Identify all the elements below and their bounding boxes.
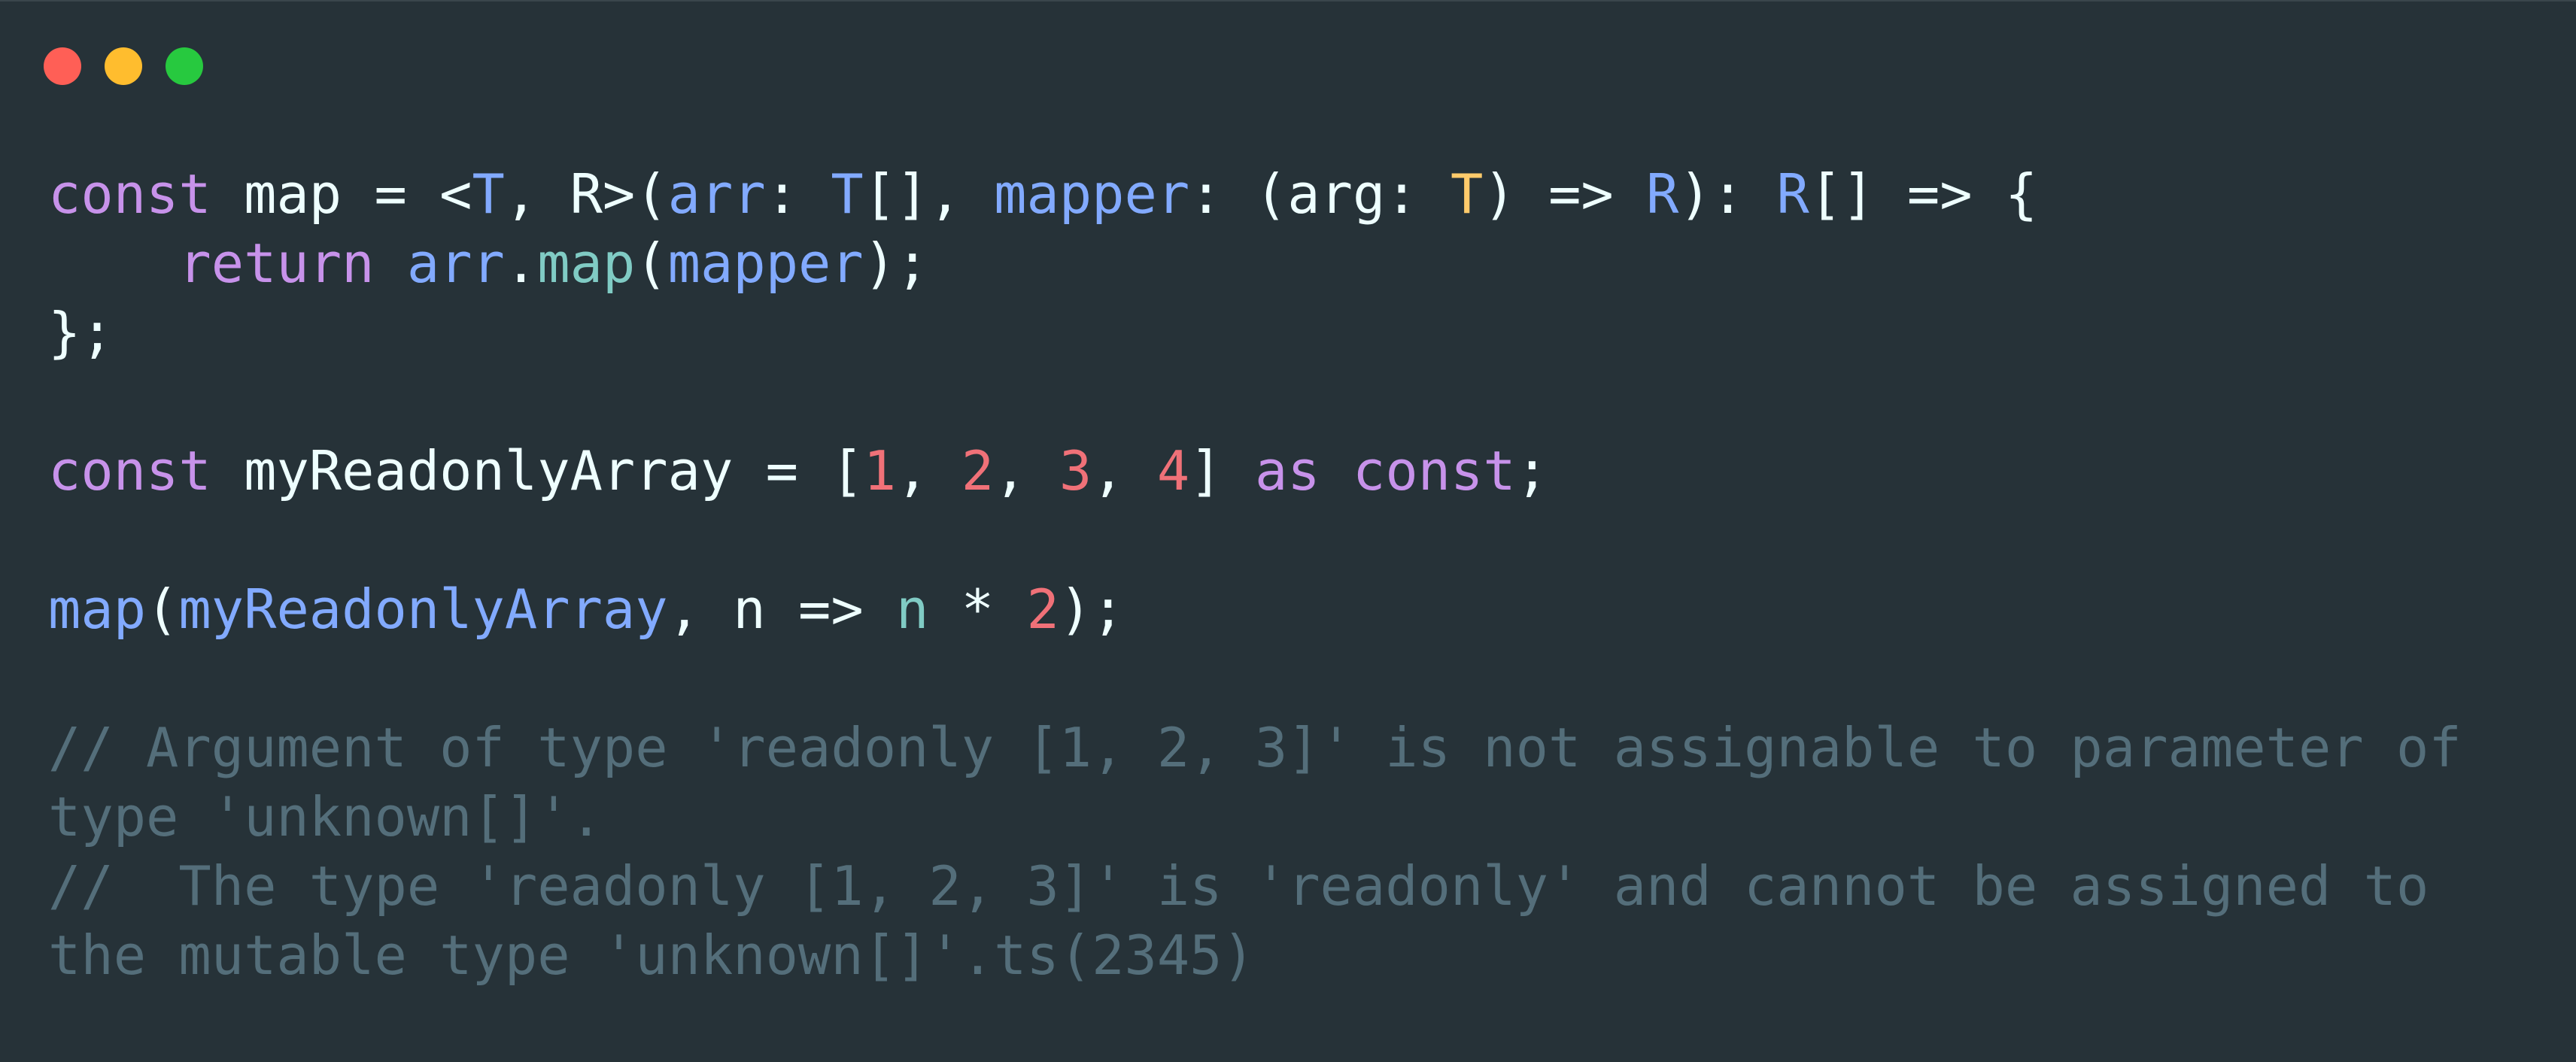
code-line: // Argument of type 'readonly [1, 2, 3]'… xyxy=(48,713,2462,782)
code-token: ); xyxy=(863,232,929,295)
maximize-window-button[interactable] xyxy=(166,47,203,85)
code-line: }; xyxy=(48,298,2462,367)
code-comment: // The type 'readonly [1, 2, 3]' is 'rea… xyxy=(48,854,2429,918)
code-token: T xyxy=(472,162,505,226)
code-token: , xyxy=(1092,439,1157,502)
code-line: the mutable type 'unknown[]'.ts(2345) xyxy=(48,921,2462,990)
code-window: const map = <T, R>(arr: T[], mapper: (ar… xyxy=(0,0,2576,1062)
code-block[interactable]: const map = <T, R>(arr: T[], mapper: (ar… xyxy=(48,159,2462,990)
code-token: 1 xyxy=(863,439,897,502)
code-token: ] xyxy=(1189,439,1255,502)
code-token: map xyxy=(48,578,147,641)
code-token: ): xyxy=(1678,162,1777,226)
code-token: . xyxy=(504,232,538,295)
code-token: const xyxy=(48,439,211,502)
code-token: myReadonlyArray = [ xyxy=(211,439,864,502)
code-line: const map = <T, R>(arr: T[], mapper: (ar… xyxy=(48,159,2462,229)
code-token: , xyxy=(896,439,961,502)
code-token: mapper xyxy=(667,232,864,295)
code-line: // The type 'readonly [1, 2, 3]' is 'rea… xyxy=(48,851,2462,921)
code-line: const myReadonlyArray = [1, 2, 3, 4] as … xyxy=(48,436,2462,505)
code-token: ; xyxy=(1515,439,1549,502)
code-token: ); xyxy=(1059,578,1125,641)
code-token: 2 xyxy=(961,439,995,502)
code-token: , n => xyxy=(667,578,897,641)
code-token: T xyxy=(831,162,864,226)
code-token: : xyxy=(765,162,831,226)
code-token: [] => { xyxy=(1809,162,2038,226)
code-token: 2 xyxy=(1026,578,1059,641)
code-token: 4 xyxy=(1156,439,1190,502)
code-token: ) => xyxy=(1483,162,1647,226)
code-comment: // Argument of type 'readonly [1, 2, 3]'… xyxy=(48,716,2462,779)
code-token: myReadonlyArray xyxy=(178,578,668,641)
code-token: : (arg: xyxy=(1189,162,1451,226)
code-token: arr xyxy=(667,162,766,226)
code-token: mapper xyxy=(994,162,1190,226)
window-controls xyxy=(44,47,203,85)
close-window-button[interactable] xyxy=(44,47,81,85)
code-token: [], xyxy=(863,162,995,226)
code-token: n xyxy=(896,578,929,641)
code-token: ( xyxy=(635,232,668,295)
code-token: map = < xyxy=(211,162,472,226)
code-line: return arr.map(mapper); xyxy=(48,229,2462,298)
code-token: T xyxy=(1451,162,1484,226)
code-token: R xyxy=(1646,162,1679,226)
code-token: return xyxy=(178,232,375,295)
code-token: }; xyxy=(48,301,114,364)
code-token: , xyxy=(994,439,1059,502)
code-token: ( xyxy=(146,578,179,641)
code-token: as xyxy=(1254,439,1320,502)
code-token: arr xyxy=(406,232,505,295)
code-comment: type 'unknown[]'. xyxy=(48,785,603,848)
code-token: R xyxy=(1776,162,1809,226)
code-token: map xyxy=(537,232,636,295)
code-token: 3 xyxy=(1059,439,1092,502)
minimize-window-button[interactable] xyxy=(105,47,142,85)
code-token: * xyxy=(928,578,1027,641)
code-comment: the mutable type 'unknown[]'.ts(2345) xyxy=(48,924,1255,987)
code-line: type 'unknown[]'. xyxy=(48,782,2462,851)
code-token: const xyxy=(48,162,211,226)
code-line: map(myReadonlyArray, n => n * 2); xyxy=(48,575,2462,644)
code-token: const xyxy=(1353,439,1516,502)
code-token: , R>( xyxy=(504,162,668,226)
